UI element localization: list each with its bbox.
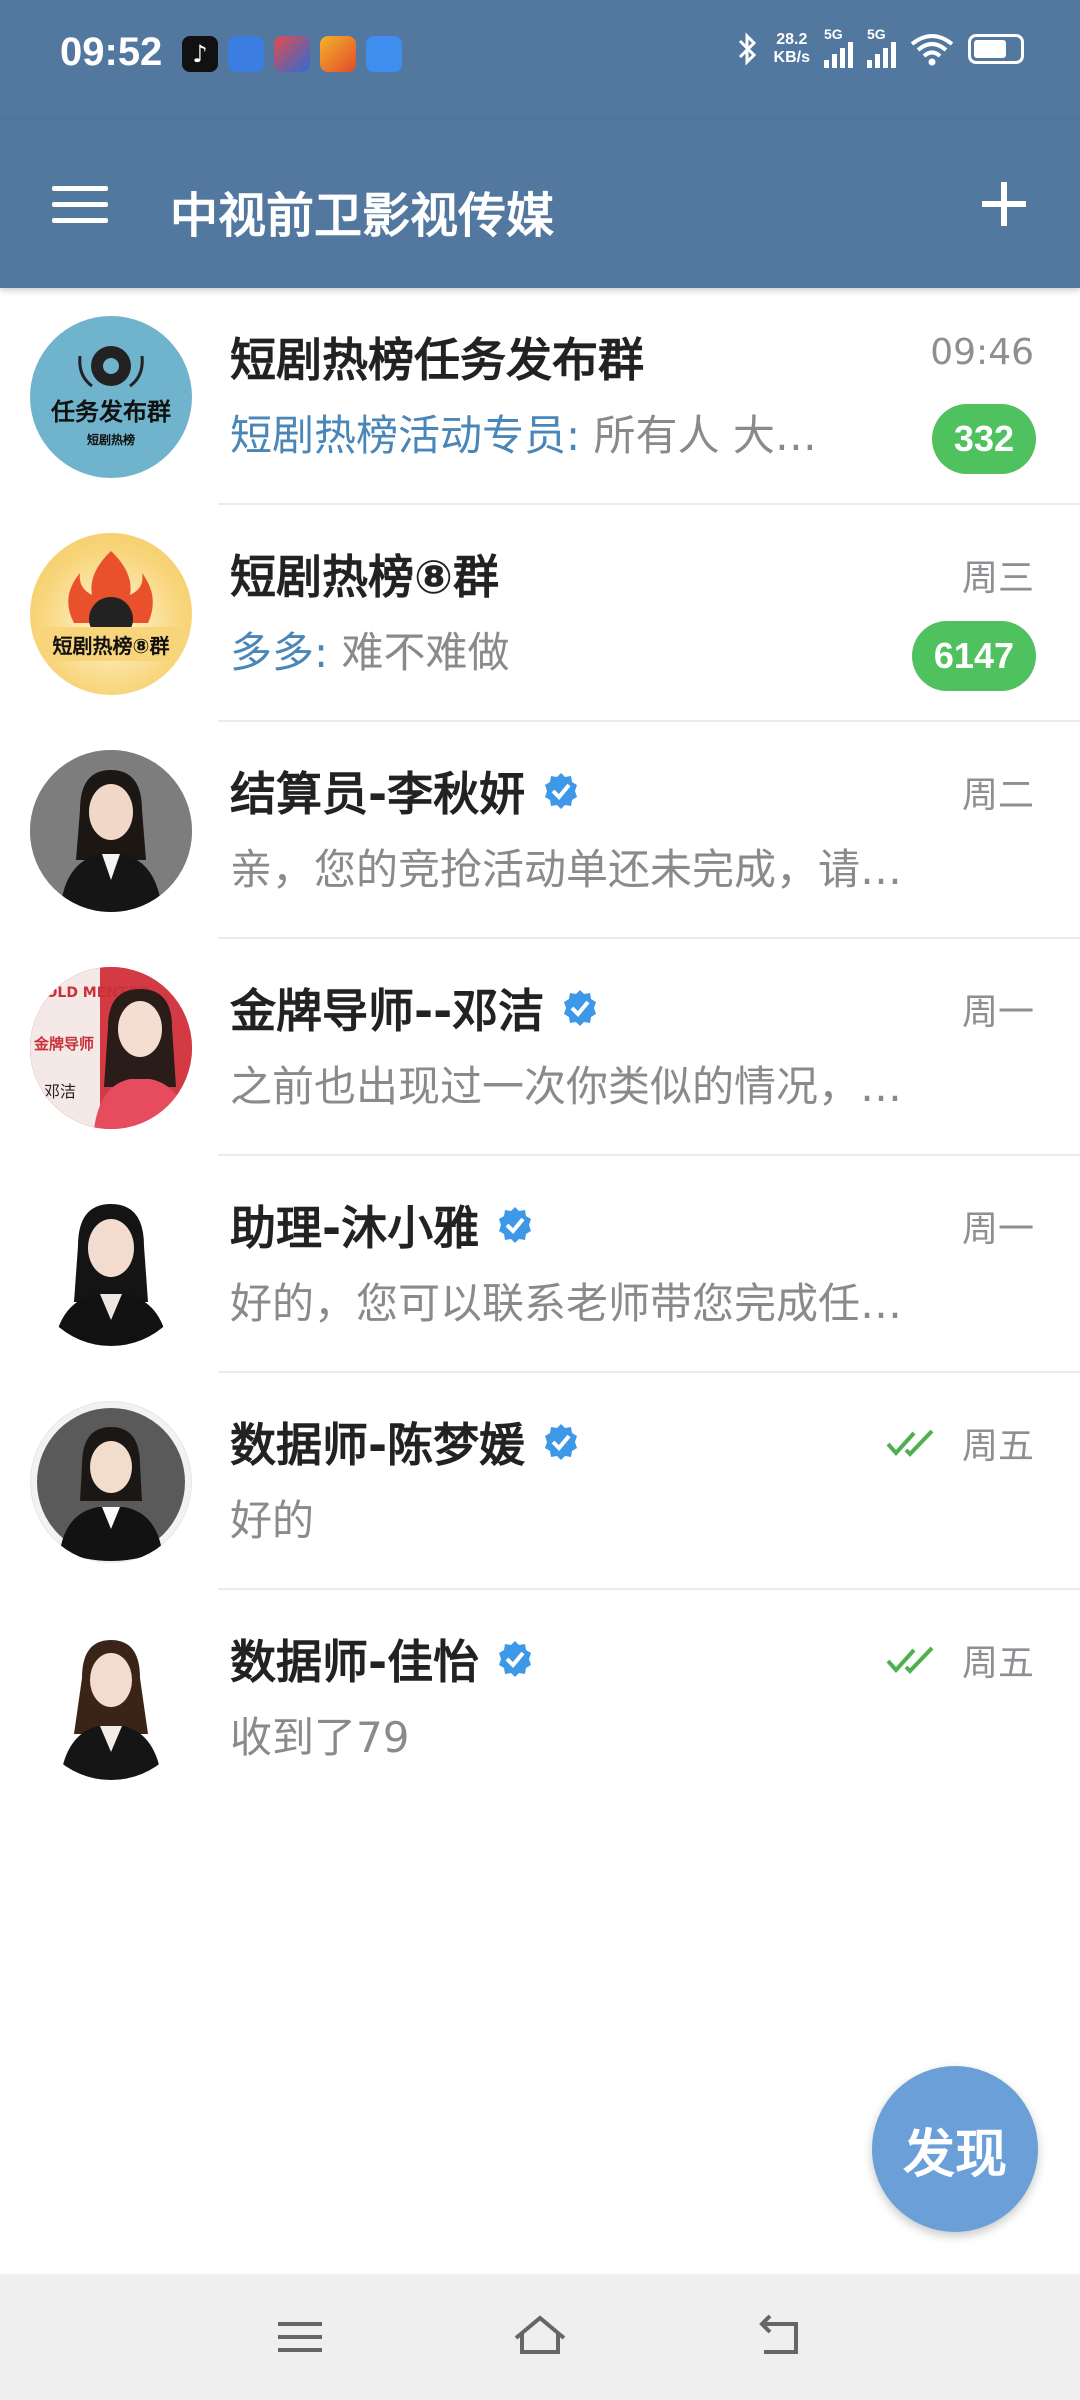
chat-preview: 好的 xyxy=(230,1487,950,1548)
avatar-text-mid: 金牌导师 xyxy=(33,1035,94,1053)
status-bar: 09:52 ♪ 28.2 KB/s 5G 5G xyxy=(0,0,1080,120)
network-speed: 28.2 KB/s xyxy=(774,31,810,67)
unread-badge: 6147 xyxy=(911,621,1036,691)
avatar xyxy=(30,1401,192,1563)
message-text: 所有人 大… xyxy=(593,411,817,460)
bluetooth-icon xyxy=(738,32,756,66)
app-bar: 中视前卫影视传媒 xyxy=(0,120,1080,288)
signal-strength-1: 5G xyxy=(824,26,853,68)
chat-preview: 收到了79 xyxy=(230,1704,950,1765)
chat-row[interactable]: 结算员-李秋妍 周二 亲，您的竞抢活动单还未完成，请… xyxy=(0,722,1080,939)
avatar-text: 任务发布群 xyxy=(50,398,171,426)
add-button[interactable] xyxy=(980,180,1028,228)
menu-button[interactable] xyxy=(52,186,108,226)
person-avatar-icon xyxy=(30,1184,192,1346)
battery-icon xyxy=(968,34,1024,64)
chat-name: 金牌导师--邓洁 xyxy=(230,975,600,1041)
chat-time: 周二 xyxy=(961,775,1034,816)
double-check-icon xyxy=(886,1429,934,1457)
verified-icon xyxy=(499,1641,532,1677)
avatar xyxy=(30,1184,192,1346)
verified-icon xyxy=(545,773,578,809)
avatar-subtext: 短剧热榜 xyxy=(87,432,135,447)
recent-apps-icon[interactable] xyxy=(270,2312,330,2362)
chat-row[interactable]: GOLD MENTOR 金牌导师 邓洁 金牌导师--邓洁 周一 之前也出现过一次… xyxy=(0,939,1080,1156)
message-text: 好的，您可以联系老师带您完成任… xyxy=(230,1279,903,1328)
chat-preview: 多多: 难不难做 xyxy=(230,628,510,677)
baidu-map-icon xyxy=(228,36,264,72)
notification-icons: ♪ xyxy=(182,36,402,72)
status-indicators: 28.2 KB/s 5G 5G xyxy=(736,26,1024,68)
avatar: 任务发布群 短剧热榜 xyxy=(30,316,192,478)
chat-name: 短剧热榜⑧群 xyxy=(230,550,499,604)
chat-name: 数据师-陈梦媛 xyxy=(230,1409,581,1475)
person-avatar-icon xyxy=(30,1618,192,1780)
avatar: GOLD MENTOR 金牌导师 邓洁 xyxy=(30,967,192,1129)
double-check-icon xyxy=(886,1646,934,1674)
chat-time: 09:46 xyxy=(930,332,1034,373)
chat-preview: 好的，您可以联系老师带您完成任… xyxy=(230,1270,950,1331)
back-icon[interactable] xyxy=(750,2312,810,2362)
chat-row[interactable]: 短剧热榜⑧群 短剧热榜⑧群 周三 多多: 难不难做 6147 xyxy=(0,505,1080,722)
system-nav-bar xyxy=(0,2274,1080,2400)
message-text: 收到了79 xyxy=(230,1713,410,1762)
avatar xyxy=(30,750,192,912)
message-text: 难不难做 xyxy=(341,628,510,677)
video-app-icon xyxy=(274,36,310,72)
sender-name: 多多 xyxy=(230,628,315,677)
verified-icon xyxy=(499,1207,532,1243)
chat-name: 短剧热榜任务发布群 xyxy=(230,333,644,387)
chat-row[interactable]: 数据师-佳怡 周五 收到了79 xyxy=(0,1590,1080,1807)
signal-label: 5G xyxy=(867,26,886,42)
chat-preview: 短剧热榜活动专员: 所有人 大… xyxy=(230,411,817,460)
signal-label: 5G xyxy=(824,26,843,42)
message-text: 之前也出现过一次你类似的情况，… xyxy=(230,1062,903,1111)
message-text: 好的 xyxy=(230,1496,315,1545)
discover-button[interactable]: 发现 xyxy=(872,2066,1038,2232)
verified-icon xyxy=(564,990,597,1026)
network-speed-unit: KB/s xyxy=(773,49,810,66)
wifi-icon xyxy=(910,34,954,66)
network-speed-value: 28.2 xyxy=(776,31,808,48)
chat-time: 周三 xyxy=(961,558,1034,599)
chat-row[interactable]: 数据师-陈梦媛 周五 好的 xyxy=(0,1373,1080,1590)
avatar xyxy=(30,1618,192,1780)
avatar-text: 短剧热榜⑧群 xyxy=(53,634,170,658)
group-avatar-icon: 任务发布群 短剧热榜 xyxy=(50,346,171,447)
chat-list: 任务发布群 短剧热榜 短剧热榜任务发布群 09:46 短剧热榜活动专员: 所有人… xyxy=(0,288,1080,1807)
signal-strength-2: 5G xyxy=(867,26,896,68)
chat-time: 周五 xyxy=(886,1634,1034,1686)
chat-row[interactable]: 任务发布群 短剧热榜 短剧热榜任务发布群 09:46 短剧热榜活动专员: 所有人… xyxy=(0,288,1080,505)
avatar-text-bottom: 邓洁 xyxy=(44,1082,76,1101)
chat-time: 周一 xyxy=(961,1209,1034,1250)
chat-name: 助理-沐小雅 xyxy=(230,1192,535,1258)
chat-name: 数据师-佳怡 xyxy=(230,1626,535,1692)
browser-icon xyxy=(366,36,402,72)
chat-time: 周五 xyxy=(886,1417,1034,1469)
home-icon[interactable] xyxy=(510,2312,570,2362)
app-title: 中视前卫影视传媒 xyxy=(170,188,555,244)
person-avatar-icon xyxy=(30,750,192,912)
chat-preview: 之前也出现过一次你类似的情况，… xyxy=(230,1053,950,1114)
person-avatar-icon: GOLD MENTOR 金牌导师 邓洁 xyxy=(30,967,192,1129)
chat-row[interactable]: 助理-沐小雅 周一 好的，您可以联系老师带您完成任… xyxy=(0,1156,1080,1373)
chat-time: 周一 xyxy=(961,992,1034,1033)
unread-badge: 332 xyxy=(931,404,1036,474)
status-time: 09:52 xyxy=(60,30,163,74)
person-avatar-icon xyxy=(31,1402,191,1562)
chat-name: 结算员-李秋妍 xyxy=(230,758,581,824)
chat-preview: 亲，您的竞抢活动单还未完成，请… xyxy=(230,836,950,897)
avatar: 短剧热榜⑧群 xyxy=(30,533,192,695)
verified-icon xyxy=(545,1424,578,1460)
game-app-icon xyxy=(320,36,356,72)
douyin-icon: ♪ xyxy=(182,36,218,72)
message-text: 亲，您的竞抢活动单还未完成，请… xyxy=(230,845,903,894)
group-avatar-icon: 短剧热榜⑧群 xyxy=(36,551,186,661)
sender-name: 短剧热榜活动专员 xyxy=(230,411,567,460)
